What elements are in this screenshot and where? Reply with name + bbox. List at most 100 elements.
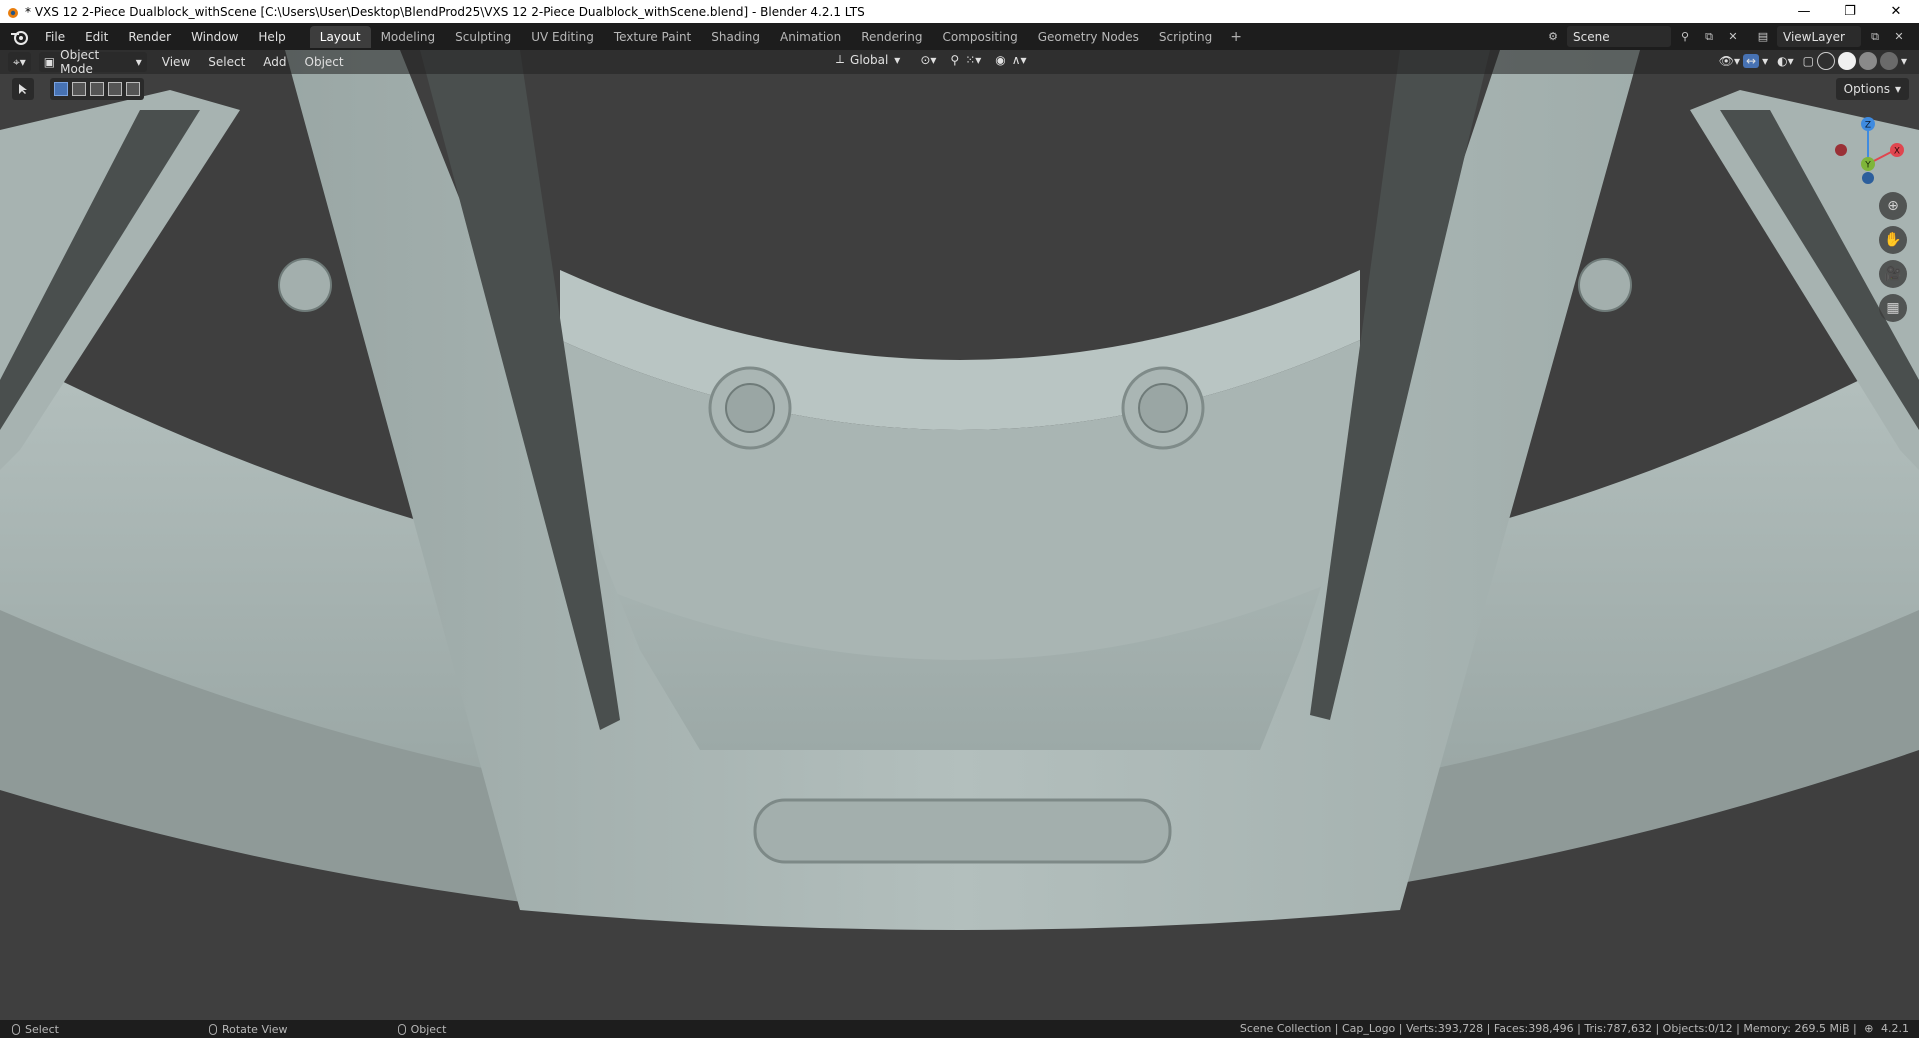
status-rotate-label: Rotate View	[221, 1022, 288, 1036]
chevron-down-icon[interactable]: ▾	[1762, 54, 1768, 68]
tab-scripting[interactable]: Scripting	[1149, 26, 1222, 48]
menu-view[interactable]: View	[153, 55, 199, 69]
object-mode-icon: ▣	[43, 55, 56, 69]
wireframe-shading-icon[interactable]	[1816, 52, 1835, 70]
scene-icon[interactable]: ⚙	[1543, 27, 1563, 47]
tab-animation[interactable]: Animation	[770, 26, 851, 48]
status-rotate: Rotate View	[208, 1022, 288, 1036]
perspective-toggle-icon[interactable]: ▦	[1879, 294, 1907, 322]
viewlayer-selector[interactable]: ViewLayer	[1777, 26, 1861, 47]
visibility-icon[interactable]: 👁▾	[1719, 54, 1740, 68]
scene-statistics: Scene Collection | Cap_Logo | Verts:393,…	[1240, 1022, 1909, 1035]
tool-row	[12, 78, 144, 100]
new-scene-icon[interactable]: ⧉	[1699, 27, 1719, 47]
selection-modes	[50, 78, 144, 100]
viewport-shading-controls: 👁▾ ↔ ▾ ◐▾ ▢ ▾	[1719, 52, 1907, 70]
snap-target-icon[interactable]: ⁙▾	[965, 53, 981, 67]
rendered-shading-icon[interactable]	[1879, 52, 1898, 70]
gizmo-x-label: X	[1894, 147, 1900, 157]
new-viewlayer-icon[interactable]: ⧉	[1865, 27, 1885, 47]
status-select-label: Select	[25, 1022, 59, 1036]
falloff-icon[interactable]: ∧▾	[1012, 53, 1027, 67]
menu-add[interactable]: Add	[254, 55, 295, 69]
editor-type-icon: ⌖▾	[13, 54, 26, 69]
select-tool-icon[interactable]	[12, 78, 34, 100]
3d-viewport[interactable]	[0, 50, 1919, 1020]
wheel-model-render	[0, 50, 1919, 1020]
select-intersect-icon[interactable]	[126, 82, 140, 96]
minimize-button[interactable]: —	[1781, 0, 1827, 23]
remove-scene-icon[interactable]: ✕	[1723, 27, 1743, 47]
gizmo-z-label: Z	[1865, 121, 1871, 131]
viewport-header: ⌖▾ ▣ Object Mode ▾ View Select Add Objec…	[0, 48, 1919, 76]
menu-object[interactable]: Object	[296, 55, 353, 69]
snap-icon[interactable]: ⚲	[950, 53, 959, 67]
menu-window[interactable]: Window	[181, 26, 248, 48]
solid-shading-icon[interactable]	[1837, 52, 1856, 70]
tab-compositing[interactable]: Compositing	[932, 26, 1027, 48]
stats-text: Scene Collection | Cap_Logo | Verts:393,…	[1239, 1022, 1857, 1035]
add-workspace-button[interactable]: +	[1222, 29, 1250, 45]
select-extend-icon[interactable]	[72, 82, 86, 96]
tab-layout[interactable]: Layout	[309, 25, 371, 48]
menu-render[interactable]: Render	[118, 26, 181, 48]
options-button[interactable]: Options ▾	[1835, 78, 1909, 100]
chevron-down-icon: ▾	[894, 52, 901, 67]
select-new-icon[interactable]	[54, 82, 68, 96]
version-text: 4.2.1	[1881, 1022, 1909, 1035]
overlay-icon[interactable]: ◐▾	[1777, 54, 1794, 68]
proportional-edit-icon[interactable]: ◉	[995, 53, 1005, 67]
select-subtract-icon[interactable]	[90, 82, 104, 96]
options-label: Options	[1843, 82, 1890, 96]
pan-hand-icon[interactable]: ✋	[1879, 226, 1907, 254]
shading-options-icon[interactable]: ▾	[1901, 54, 1907, 68]
window-title: * VXS 12 2-Piece Dualblock_withScene [C:…	[25, 4, 865, 19]
navigation-gizmo[interactable]: Z X Y	[1835, 112, 1905, 188]
window-titlebar: * VXS 12 2-Piece Dualblock_withScene [C:…	[0, 0, 1919, 23]
tab-texture-paint[interactable]: Texture Paint	[604, 26, 701, 48]
close-button[interactable]: ✕	[1873, 0, 1919, 23]
bolt-left	[708, 366, 792, 450]
gizmo-neg-z-axis[interactable]	[1862, 172, 1874, 184]
menu-file[interactable]: File	[35, 26, 75, 48]
tab-rendering[interactable]: Rendering	[851, 26, 932, 48]
gizmo-toggle-icon[interactable]: ↔	[1743, 54, 1760, 68]
select-invert-icon[interactable]	[108, 82, 122, 96]
pin-icon[interactable]: ⚲	[1675, 27, 1695, 47]
xray-icon[interactable]: ▢	[1803, 54, 1814, 68]
pivot-icon[interactable]: ⊙▾	[920, 53, 936, 67]
blender-logo-icon[interactable]	[9, 28, 29, 46]
status-object-label: Object	[410, 1022, 447, 1036]
remove-viewlayer-icon[interactable]: ✕	[1889, 27, 1909, 47]
editor-type-button[interactable]: ⌖▾	[8, 52, 31, 72]
menu-help[interactable]: Help	[248, 26, 295, 48]
menu-edit[interactable]: Edit	[75, 26, 118, 48]
scene-viewlayer-group: ⚙ Scene ⚲ ⧉ ✕ ▤ ViewLayer ⧉ ✕	[1543, 26, 1909, 47]
chevron-down-icon: ▾	[1894, 82, 1901, 96]
status-bar: Select Rotate View Object Scene Collecti…	[0, 1020, 1919, 1038]
mode-label: Object Mode	[60, 48, 100, 76]
zoom-icon[interactable]: ⊕	[1879, 192, 1907, 220]
viewlayer-icon[interactable]: ▤	[1753, 27, 1773, 47]
restore-button[interactable]: ❐	[1827, 0, 1873, 23]
camera-view-icon[interactable]: 🎥	[1879, 260, 1907, 288]
material-shading-icon[interactable]	[1858, 52, 1877, 70]
tab-geometry-nodes[interactable]: Geometry Nodes	[1028, 26, 1149, 48]
orientation-selector[interactable]: Global	[850, 53, 888, 67]
mouse-middle-icon	[208, 1023, 217, 1035]
transform-controls: ⟂ Global ▾ ⊙▾ ⚲ ⁙▾ ◉ ∧▾	[836, 52, 1027, 67]
chevron-down-icon: ▾	[135, 55, 142, 69]
viewlayer-name: ViewLayer	[1783, 29, 1845, 44]
tab-sculpting[interactable]: Sculpting	[445, 26, 521, 48]
tab-uv-editing[interactable]: UV Editing	[521, 26, 604, 48]
blender-app-icon	[8, 7, 18, 18]
tab-modeling[interactable]: Modeling	[371, 26, 446, 48]
tab-shading[interactable]: Shading	[701, 26, 770, 48]
bolt-right	[1121, 366, 1205, 450]
scene-selector[interactable]: Scene	[1567, 26, 1671, 47]
gizmo-neg-x-axis[interactable]	[1835, 144, 1847, 156]
mouse-left-icon	[12, 1023, 20, 1035]
globe-icon: ⊕	[1864, 1022, 1874, 1035]
menu-select[interactable]: Select	[199, 55, 254, 69]
mode-selector[interactable]: ▣ Object Mode ▾	[38, 48, 147, 76]
